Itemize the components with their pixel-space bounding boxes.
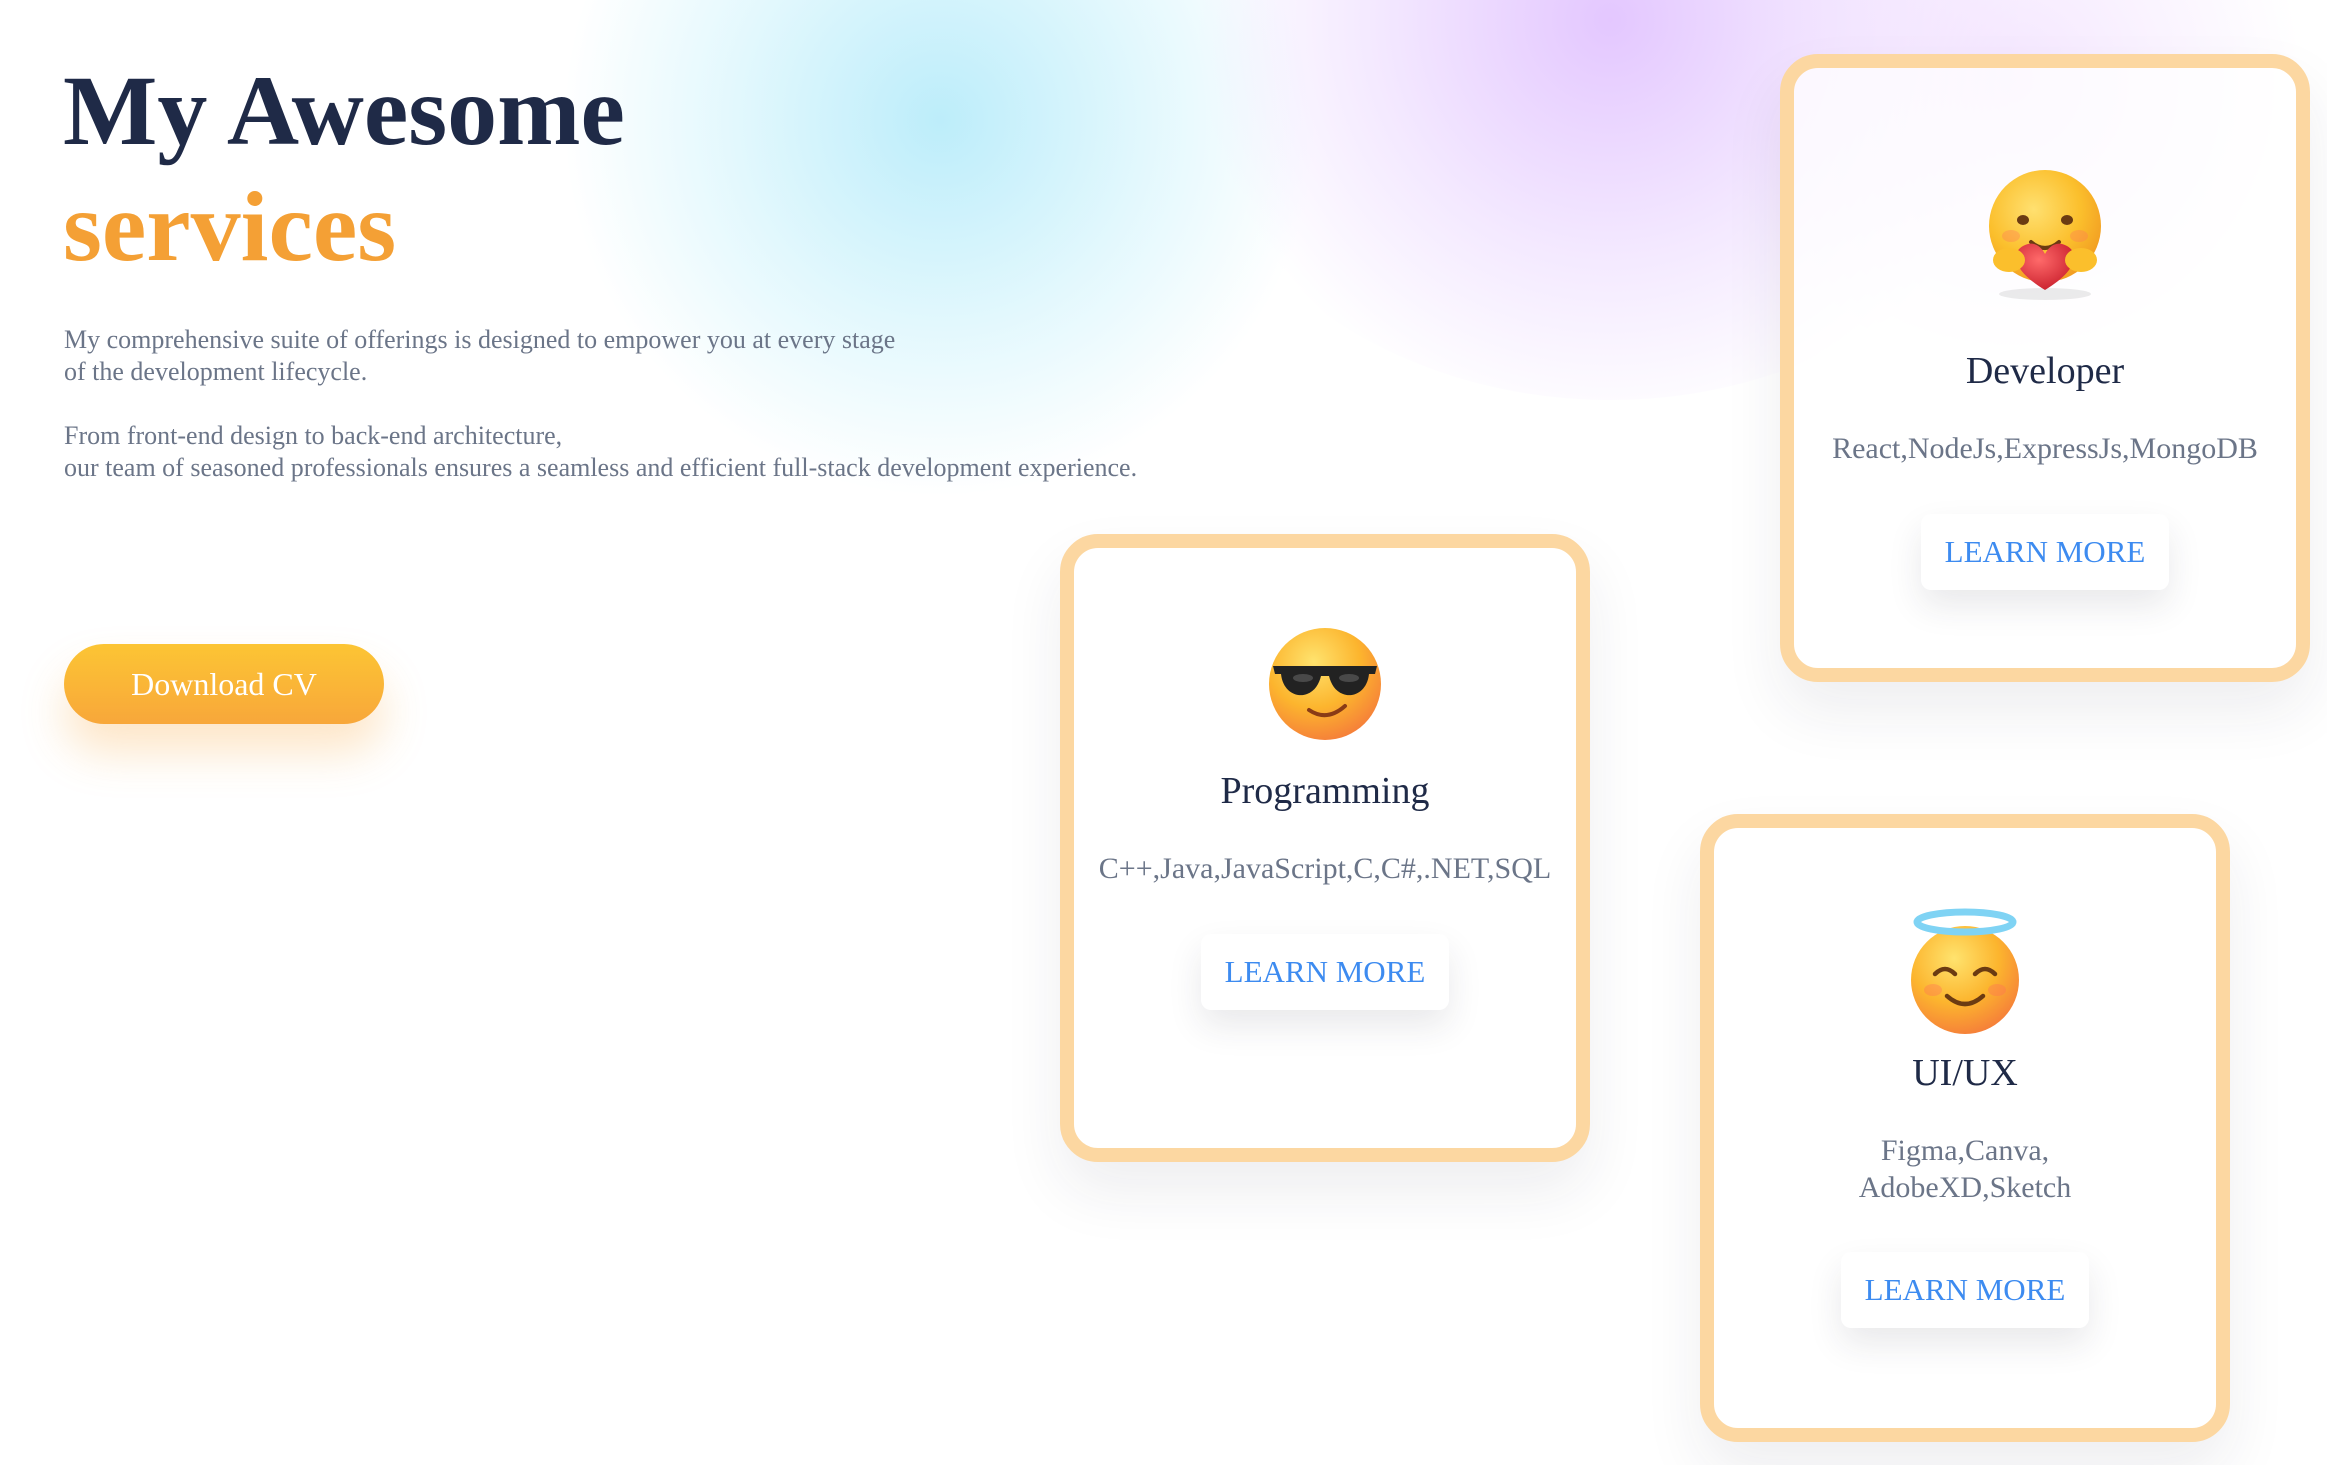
learn-more-button[interactable]: LEARN MORE <box>1921 514 2169 590</box>
services-page: My Awesome services My comprehensive sui… <box>0 0 2327 1465</box>
page-title-accent: services <box>63 171 397 282</box>
intro-text-line: My comprehensive suite of offerings is d… <box>64 325 896 354</box>
card-skills: React,NodeJs,ExpressJs,MongoDB <box>1832 432 2258 465</box>
background-gradient-cyan <box>560 0 1320 500</box>
card-skills: C++,Java,JavaScript,C,C#,.NET,SQL <box>1098 852 1552 885</box>
page-title: My Awesome <box>63 55 625 166</box>
intro-text-line: From front-end design to back-end archit… <box>64 421 563 450</box>
hugging-face-emoji-icon <box>1989 170 2101 300</box>
service-card-developer: Developer React,NodeJs,ExpressJs,MongoDB… <box>1780 54 2310 682</box>
card-skills: Figma,Canva, AdobeXD,Sketch <box>1858 1134 2072 1204</box>
learn-more-button[interactable]: LEARN MORE <box>1841 1252 2089 1328</box>
card-title: UI/UX <box>1912 1052 2018 1094</box>
service-card-uiux: UI/UX Figma,Canva, AdobeXD,Sketch LEARN … <box>1700 814 2230 1442</box>
intro-text-line: of the development lifecycle. <box>64 357 368 386</box>
halo-face-emoji-icon <box>1911 908 2019 1034</box>
card-title: Programming <box>1220 770 1430 812</box>
download-cv-button[interactable]: Download CV <box>64 644 384 724</box>
service-card-programming: Programming C++,Java,JavaScript,C,C#,.NE… <box>1060 534 1590 1162</box>
card-title: Developer <box>1965 350 2125 392</box>
sunglasses-face-emoji-icon <box>1269 628 1381 740</box>
learn-more-button[interactable]: LEARN MORE <box>1201 934 1449 1010</box>
intro-text-line: our team of seasoned professionals ensur… <box>64 453 1138 482</box>
